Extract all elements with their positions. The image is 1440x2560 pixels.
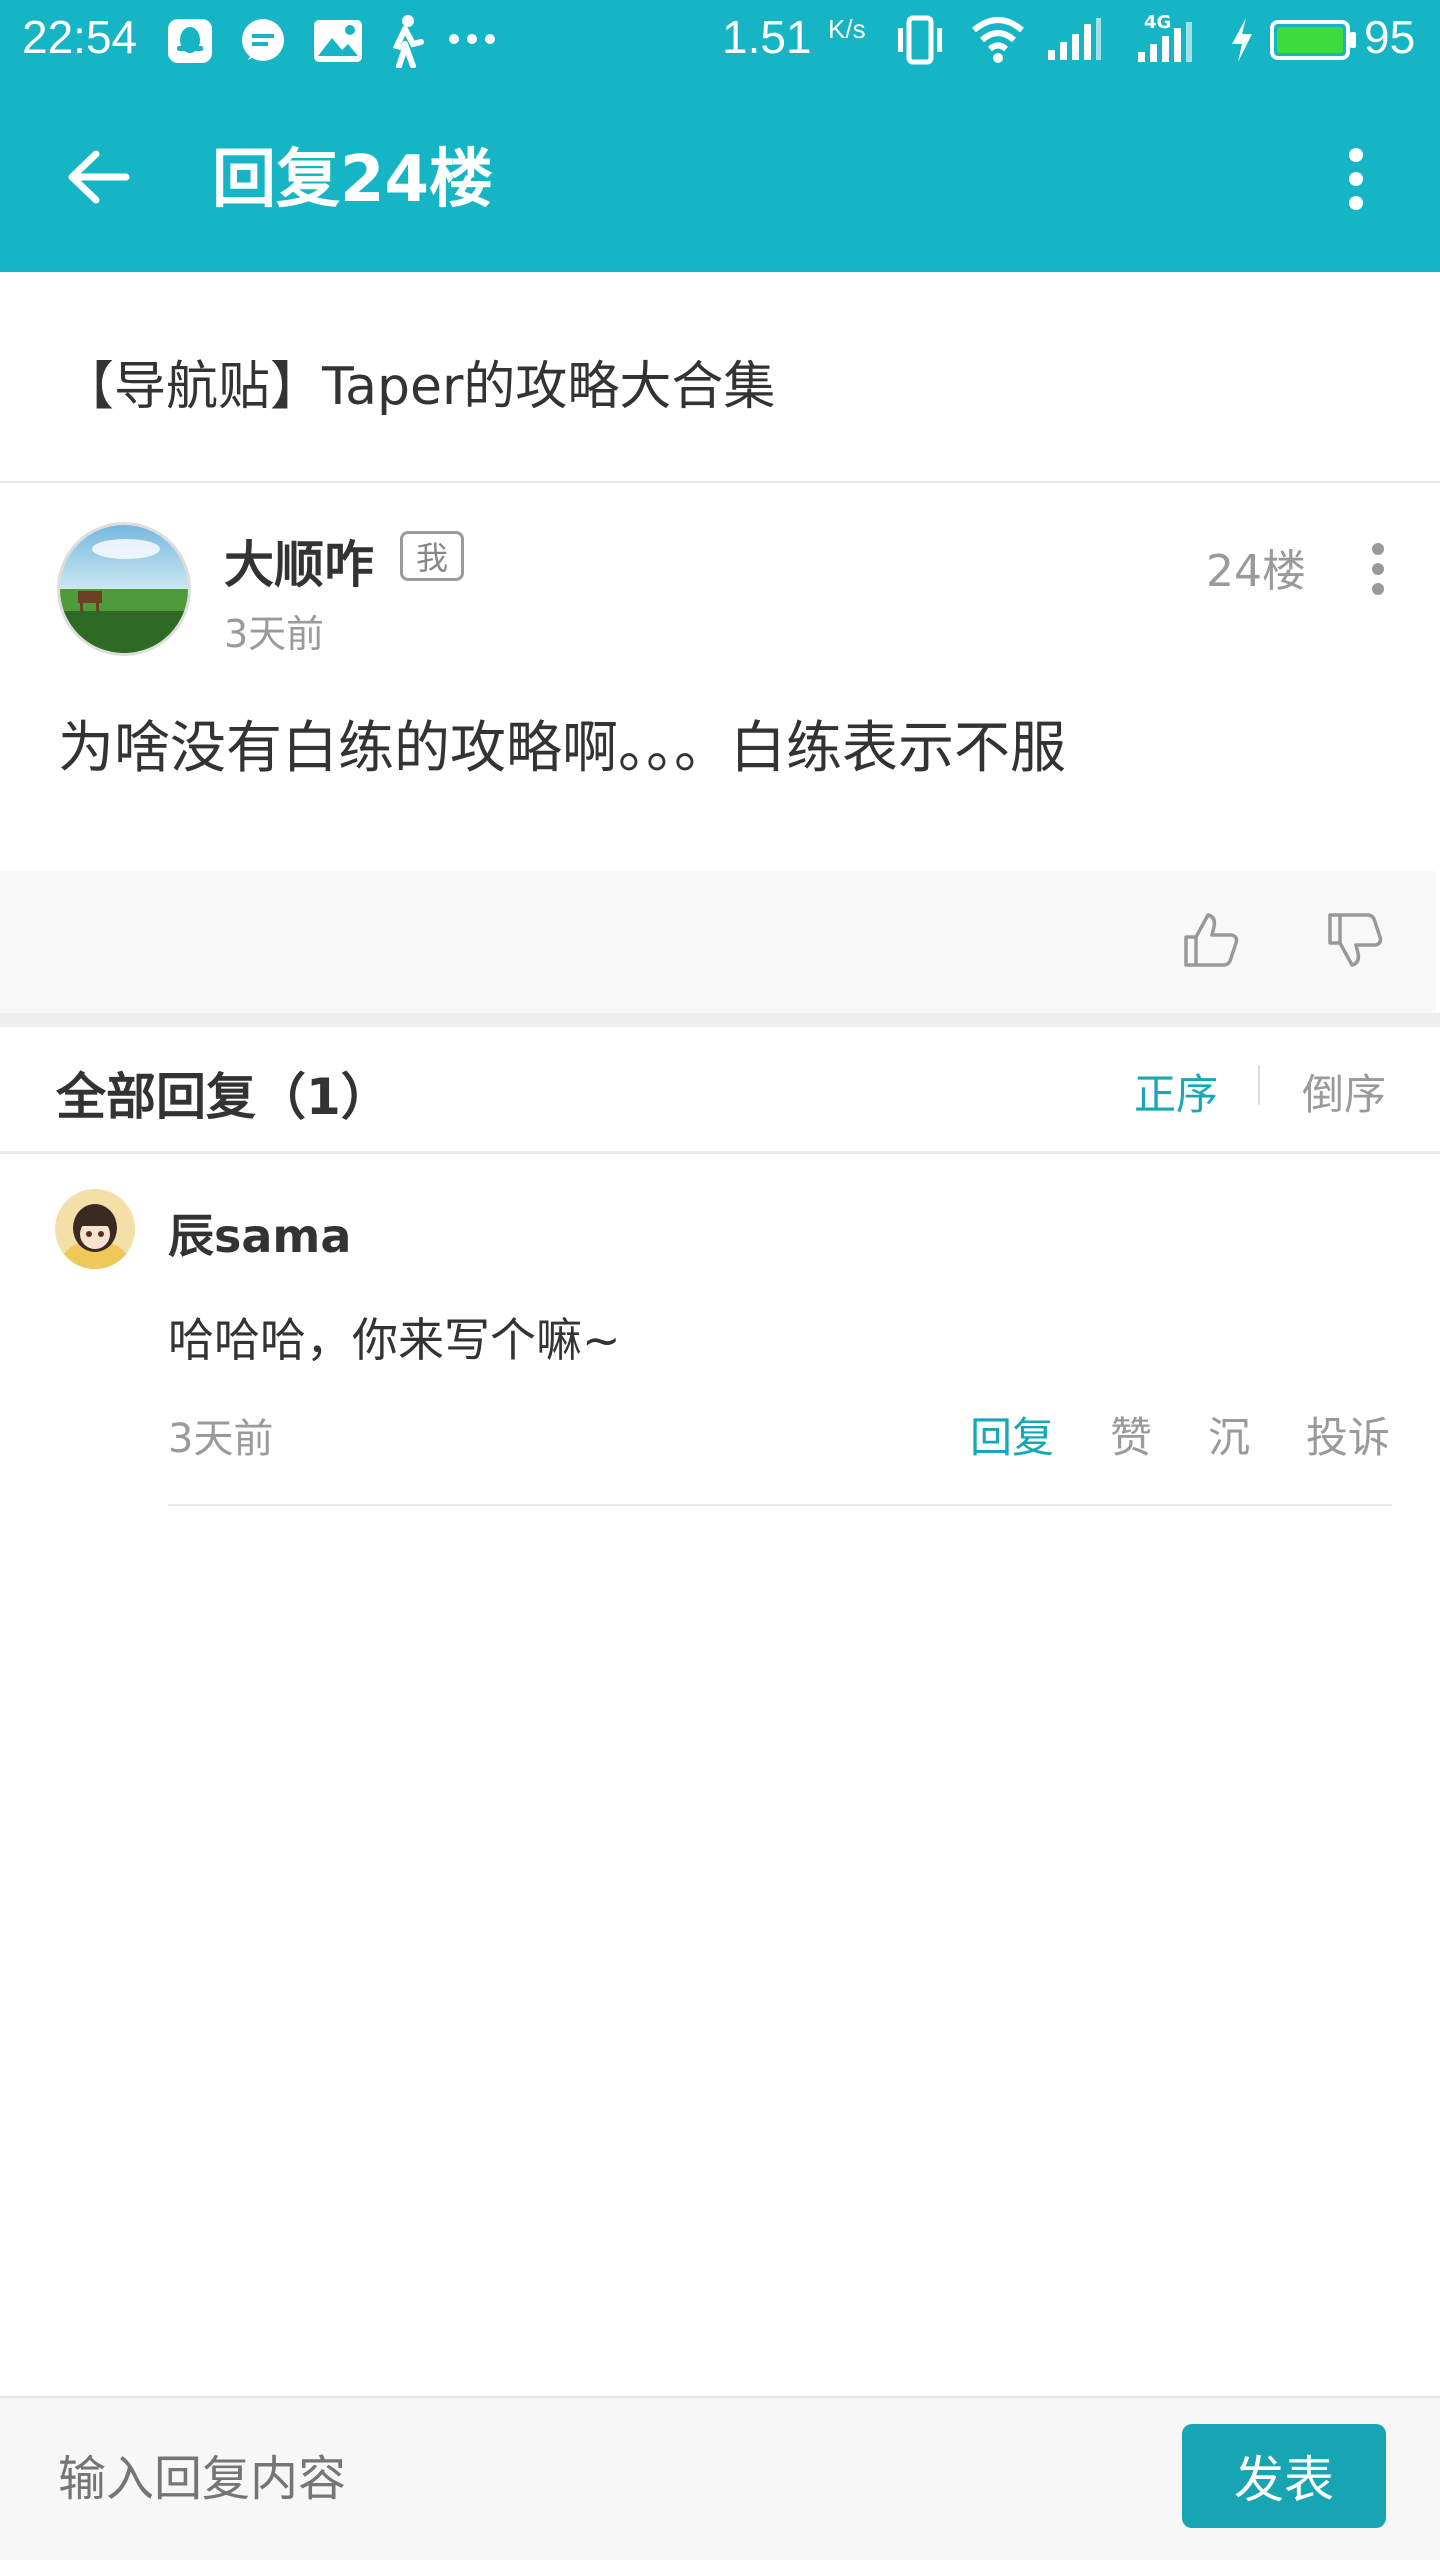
reply-action-sink[interactable]: 沉 [1208,1404,1250,1465]
reply-action-like[interactable]: 赞 [1110,1404,1152,1465]
more-vertical-icon[interactable] [1338,146,1374,212]
reply-composer: 发表 [0,2398,1440,2560]
walk-icon [392,15,424,68]
signal-icon [1048,18,1101,60]
reply-item: 辰sama 哈哈哈，你来写个嘛~ 3天前 回复 赞 沉 投诉 [0,1154,1440,1504]
network-speed-unit: K/s [828,14,866,44]
post-time: 3天前 [224,612,325,656]
post-more-icon[interactable] [1364,541,1392,597]
page-title: 回复24楼 [212,143,494,217]
image-icon [314,20,362,62]
post-content: 为啥没有白练的攻略啊。。。白练表示不服 [58,716,1066,781]
replies-count-title: 全部回复（1） [56,1068,391,1126]
thread-title-bar[interactable]: 【导航贴】Taper的攻略大合集 [0,272,1440,482]
reply-action-reply[interactable]: 回复 [970,1404,1054,1465]
reply-input[interactable] [56,2438,1140,2520]
app-header: 回复24楼 [0,78,1440,272]
avatar[interactable] [56,521,192,657]
reply-content: 哈哈哈，你来写个嘛~ [168,1313,621,1367]
reply-time: 3天前 [168,1416,274,1462]
signal-4g-icon [1138,22,1192,62]
me-badge: 我 [400,531,464,581]
status-bar: 22:54 1.51 K/s 4G 95 [0,0,1440,78]
wifi-icon [972,17,1024,63]
sort-desc-tab[interactable]: 倒序 [1302,1061,1386,1122]
battery-level: 95 [1364,11,1416,63]
replies-header: 全部回复（1） 正序 倒序 [0,1027,1440,1151]
charging-icon [1232,18,1252,62]
thumbs-up-icon[interactable] [1182,911,1240,969]
vibrate-icon [898,15,942,65]
sort-divider [1258,1065,1260,1105]
qq-icon [168,19,212,63]
floor-number: 24楼 [1206,546,1306,597]
post-author[interactable]: 大顺咋 [224,525,374,597]
thread-title: 【导航贴】Taper的攻略大合集 [62,357,776,417]
reply-avatar[interactable] [54,1188,136,1270]
battery-icon [1270,20,1356,60]
thumbs-down-icon[interactable] [1326,911,1384,969]
sort-asc-tab[interactable]: 正序 [1134,1061,1218,1122]
divider [168,1504,1392,1506]
post-action-bar [0,871,1436,1013]
reply-action-report[interactable]: 投诉 [1306,1404,1390,1465]
section-separator [0,1013,1440,1027]
status-time: 22:54 [22,11,138,63]
reply-author[interactable]: 辰sama [168,1200,351,1266]
arrow-left-icon[interactable] [66,148,130,206]
send-button[interactable]: 发表 [1182,2424,1386,2528]
floor-post: 大顺咋 我 3天前 24楼 为啥没有白练的攻略啊。。。白练表示不服 [0,483,1440,871]
network-speed: 1.51 [722,11,812,63]
more-dots-icon [449,34,495,44]
message-icon [242,19,284,61]
